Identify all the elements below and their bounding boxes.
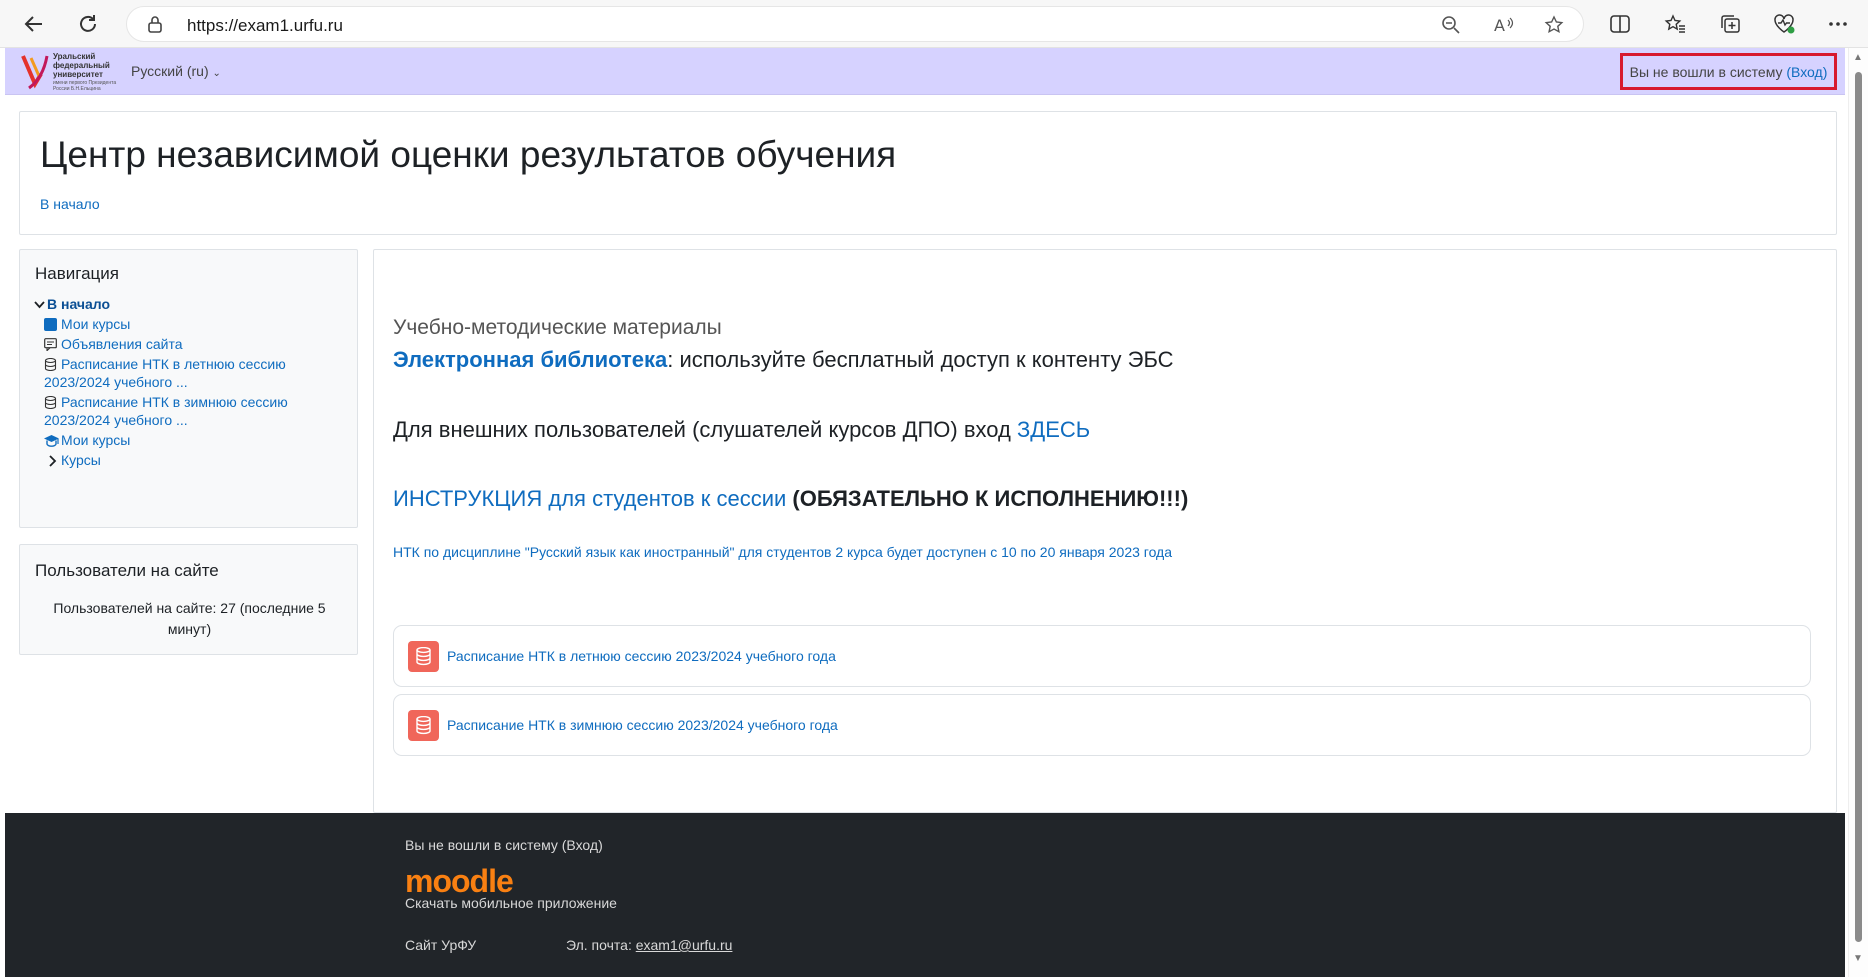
library-text: : используйте бесплатный доступ к контен… [667,347,1174,372]
database-icon [44,395,57,410]
external-users-text: Для внешних пользователей (слушателей ку… [393,417,1017,442]
page-header: Центр независимой оценки результатов обу… [19,111,1837,235]
chevron-down-icon[interactable]: ⌄ [213,68,221,79]
nav-summer-schedule-cont[interactable]: 2023/2024 учебного ... [44,372,188,393]
library-line: Электронная библиотека: используйте бесп… [393,347,1174,373]
logo-line-1: Уральский [53,52,96,61]
browser-essentials-icon[interactable] [1768,8,1800,40]
external-users-line: Для внешних пользователей (слушателей ку… [393,417,1090,443]
urfu-logo[interactable]: Уральский федеральный университет имени … [21,50,121,92]
logo-text: Уральский федеральный университет [53,52,110,79]
site-navbar: Уральский федеральный университет имени … [5,48,1845,95]
materials-subtitle: Учебно-методические материалы [393,316,722,339]
login-link[interactable]: (Вход) [1786,64,1827,80]
footer-email: Эл. почта: exam1@urfu.ru [566,937,732,953]
collections-icon[interactable] [1714,8,1746,40]
address-bar[interactable]: https://exam1.urfu.ru A [126,6,1584,42]
navigation-block: Навигация В начало Мои курсы Объявления … [19,249,358,528]
instruction-link[interactable]: ИНСТРУКЦИЯ для студентов к сессии [393,486,786,511]
browser-toolbar: https://exam1.urfu.ru A [0,0,1868,48]
email-label: Эл. почта: [566,937,636,953]
scroll-up-icon[interactable]: ▲ [1853,52,1863,63]
page-scrollbar[interactable]: ▲ ▼ [1848,48,1868,977]
svg-text:A: A [1494,16,1505,35]
back-icon[interactable] [18,8,50,40]
page-footer: Вы не вошли в систему (Вход) moodle Скач… [5,813,1845,977]
rki-notice-link[interactable]: НТК по дисциплине "Русский язык как инос… [393,544,1172,560]
navigation-title: Навигация [35,264,119,283]
login-status: Вы не вошли в систему (Вход) [1620,53,1837,90]
web-page: Уральский федеральный университет имени … [5,48,1845,977]
activity-label[interactable]: Расписание НТК в летнюю сессию 2023/2024… [447,648,836,664]
main-content: Учебно-методические материалы Электронна… [373,249,1837,813]
language-label[interactable]: Русский (ru) [131,63,209,79]
instruction-line: ИНСТРУКЦИЯ для студентов к сессии (ОБЯЗА… [393,486,1188,512]
read-aloud-icon[interactable]: A [1493,15,1515,40]
login-status-text: Вы не вошли в систему [1629,63,1783,80]
users-online-title: Пользователи на сайте [35,561,219,580]
graduation-cap-icon [43,434,60,447]
language-menu[interactable]: Русский (ru) ⌄ [131,63,221,79]
database-icon [408,641,439,672]
chevron-down-icon[interactable] [34,297,47,310]
nav-my-courses[interactable]: Мои курсы [61,314,130,335]
activity-winter-schedule[interactable]: Расписание НТК в зимнюю сессию 2023/2024… [393,694,1811,756]
urfu-site-link[interactable]: Сайт УрФУ [405,937,476,953]
logo-line-3: университет [53,70,103,79]
activity-label[interactable]: Расписание НТК в зимнюю сессию 2023/2024… [447,717,838,733]
users-online-block: Пользователи на сайте Пользователей на с… [19,544,358,655]
urfu-logo-mark-icon [21,55,49,90]
nav-home[interactable]: В начало [47,294,110,315]
lock-icon[interactable] [147,15,163,38]
reload-icon[interactable] [72,8,104,40]
chevron-right-icon[interactable] [47,454,60,467]
library-link[interactable]: Электронная библиотека [393,347,667,372]
nav-winter-schedule-cont[interactable]: 2023/2024 учебного ... [44,410,188,431]
url-text[interactable]: https://exam1.urfu.ru [187,16,343,36]
more-icon[interactable] [1822,8,1854,40]
scroll-thumb[interactable] [1855,72,1862,942]
zoom-out-icon[interactable] [1441,15,1461,40]
nav-courses[interactable]: Курсы [61,450,101,471]
scroll-down-icon[interactable]: ▼ [1853,953,1863,964]
nav-site-news[interactable]: Объявления сайта [61,334,183,355]
favorites-icon[interactable] [1659,8,1691,40]
database-icon [408,710,439,741]
breadcrumb-home[interactable]: В начало [40,196,100,212]
instruction-warning: (ОБЯЗАТЕЛЬНО К ИСПОЛНЕНИЮ!!!) [786,486,1189,511]
nav-my-courses-2[interactable]: Мои курсы [61,430,130,451]
square-icon [44,318,57,331]
favorite-star-icon[interactable] [1544,15,1564,40]
users-online-text: Пользователей на сайте: 27 (последние 5 … [53,600,326,637]
split-screen-icon[interactable] [1604,8,1636,40]
logo-subtext: имени первого Президента России Б.Н.Ельц… [53,80,117,92]
mobile-app-link[interactable]: Скачать мобильное приложение [405,895,617,911]
logo-line-2: федеральный [53,61,110,70]
activity-summer-schedule[interactable]: Расписание НТК в летнюю сессию 2023/2024… [393,625,1811,687]
database-icon [44,357,57,372]
page-title: Центр независимой оценки результатов обу… [40,134,897,175]
external-login-link[interactable]: ЗДЕСЬ [1017,417,1090,442]
email-link[interactable]: exam1@urfu.ru [636,937,733,953]
footer-login-status[interactable]: Вы не вошли в систему (Вход) [405,837,603,853]
forum-icon [44,338,57,353]
